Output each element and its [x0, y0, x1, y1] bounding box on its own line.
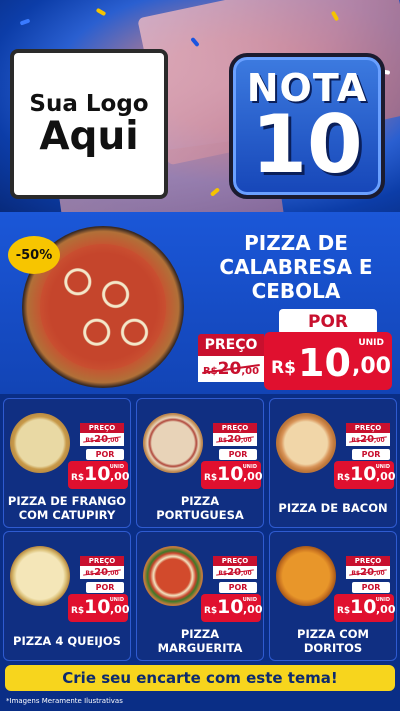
preco-label: PREÇO — [198, 334, 264, 356]
new-price: UNID R$ 10 ,00 — [264, 332, 392, 390]
new-price-int: 10 — [84, 596, 111, 618]
preco-label: PREÇO — [346, 423, 390, 433]
new-price-currency: R$ — [337, 606, 351, 616]
por-label: POR — [219, 582, 257, 593]
por-label: POR — [219, 449, 257, 460]
new-price-dec: ,00 — [243, 470, 263, 483]
product-name: PIZZA DE FRANGO COM CATUPIRY — [7, 494, 127, 522]
marguerita-pizza-image — [143, 546, 203, 606]
new-price: UNID R$ 10,00 — [68, 461, 130, 489]
new-price: UNID R$ 10,00 — [68, 594, 130, 622]
quatro-queijos-pizza-image — [10, 546, 70, 606]
product-card[interactable]: PREÇO R$20,00 POR UNIDR$10,00 PIZZA MARG… — [136, 531, 264, 661]
doritos-pizza-image — [276, 546, 336, 606]
confetti — [19, 18, 31, 26]
preco-label: PREÇO — [346, 556, 390, 566]
logo-line-1: Sua Logo — [29, 90, 149, 117]
bacon-pizza-image — [276, 413, 336, 473]
new-price-currency: R$ — [271, 358, 296, 378]
new-price-int: 10 — [84, 463, 111, 485]
logo-line-2: Aqui — [39, 113, 139, 159]
new-price-currency: R$ — [204, 473, 218, 483]
confetti — [95, 7, 107, 17]
product-name: PIZZA PORTUGUESA — [156, 494, 244, 522]
logo-placeholder[interactable]: Sua Logo Aqui — [10, 49, 168, 199]
old-price: R$20,00 — [346, 433, 390, 446]
unid-label: UNID — [358, 338, 384, 348]
new-price-int: 10 — [298, 341, 351, 385]
featured-title-line: CEBOLA — [251, 279, 341, 303]
old-price: R$20,00 — [213, 566, 257, 579]
new-price-int: 10 — [350, 463, 377, 485]
new-price-currency: R$ — [337, 473, 351, 483]
new-price: UNID R$ 10,00 — [201, 594, 263, 622]
por-label: POR — [352, 449, 390, 460]
new-price-dec: ,00 — [110, 603, 130, 616]
product-card[interactable]: PREÇO R$20,00 POR UNIDR$10,00 PIZZA 4 QU… — [3, 531, 131, 661]
new-price-currency: R$ — [71, 473, 85, 483]
product-name: PIZZA COM DORITOS — [297, 627, 369, 655]
product-name: PIZZA 4 QUEIJOS — [13, 634, 121, 649]
new-price-dec: ,00 — [110, 470, 130, 483]
new-price: UNID R$ 10,00 — [334, 461, 396, 489]
portuguesa-pizza-image — [143, 413, 203, 473]
new-price-dec: ,00 — [352, 354, 391, 379]
new-price-dec: ,00 — [376, 470, 396, 483]
new-price-currency: R$ — [204, 606, 218, 616]
new-price-dec: ,00 — [376, 603, 396, 616]
featured-title-line: PIZZA DE — [244, 231, 348, 255]
flyer: Sua Logo Aqui NOTA 10 -50% PIZZA DE CALA… — [0, 0, 400, 711]
new-price: UNID R$ 10,00 — [334, 594, 396, 622]
preco-label: PREÇO — [213, 556, 257, 566]
new-price-int: 10 — [217, 463, 244, 485]
frango-pizza-image — [10, 413, 70, 473]
preco-label: PREÇO — [80, 423, 124, 433]
preco-label: PREÇO — [80, 556, 124, 566]
product-card[interactable]: PREÇO R$20,00 POR UNIDR$10,00 PIZZA PORT… — [136, 398, 264, 528]
product-card[interactable]: PREÇO R$20,00 POR UNIDR$10,00 PIZZA DE F… — [3, 398, 131, 528]
new-price: UNID R$ 10,00 — [201, 461, 263, 489]
header-banner: Sua Logo Aqui NOTA 10 — [0, 0, 400, 212]
nota-10-badge: NOTA 10 — [229, 53, 385, 199]
new-price-dec: ,00 — [243, 603, 263, 616]
featured-title-line: CALABRESA E — [219, 255, 373, 279]
new-price-int: 10 — [217, 596, 244, 618]
featured-title: PIZZA DE CALABRESA E CEBOLA — [196, 231, 396, 303]
product-card[interactable]: PREÇO R$20,00 POR UNIDR$10,00 PIZZA COM … — [269, 531, 397, 661]
preco-label: PREÇO — [213, 423, 257, 433]
old-price: R$20,00 — [198, 356, 264, 382]
new-price-int: 10 — [350, 596, 377, 618]
new-price-currency: R$ — [71, 606, 85, 616]
badge-line-2: 10 — [251, 98, 363, 191]
old-price: R$20,00 — [80, 433, 124, 446]
por-label: POR — [86, 449, 124, 460]
por-label: POR — [352, 582, 390, 593]
por-label: POR — [86, 582, 124, 593]
discount-badge: -50% — [8, 236, 60, 274]
product-name: PIZZA DE BACON — [278, 501, 388, 516]
create-flyer-button[interactable]: Crie seu encarte com este tema! — [3, 663, 397, 693]
product-name: PIZZA MARGUERITA — [157, 627, 243, 655]
old-price: R$20,00 — [213, 433, 257, 446]
old-price: R$20,00 — [346, 566, 390, 579]
product-card[interactable]: PREÇO R$20,00 POR UNIDR$10,00 PIZZA DE B… — [269, 398, 397, 528]
disclaimer-text: *Imagens Meramente Ilustrativas — [6, 697, 123, 705]
old-price: R$20,00 — [80, 566, 124, 579]
